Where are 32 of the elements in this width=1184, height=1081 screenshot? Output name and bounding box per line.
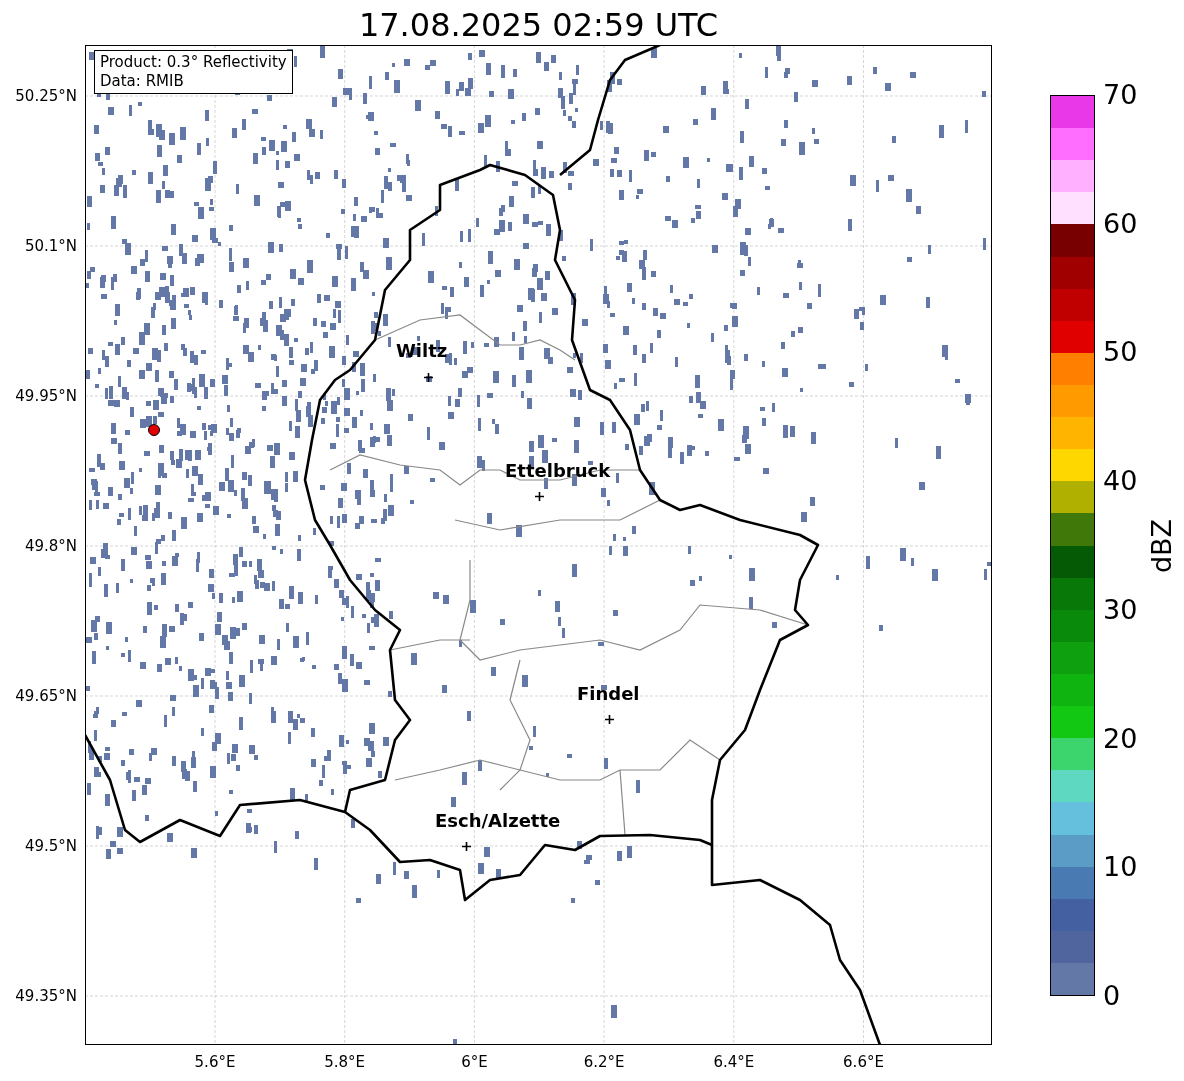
longitude-label: 6.4°E [713, 1053, 755, 1071]
colorbar-tick-label: 40 [1103, 466, 1138, 497]
map-title: 17.08.2025 02:59 UTC [357, 5, 720, 45]
colorbar-label: dBZ [1147, 518, 1177, 573]
colorbar-tick-label: 20 [1103, 723, 1138, 754]
city-label: Ettelbruck [505, 461, 611, 481]
colorbar-tick-label: 70 [1103, 80, 1138, 110]
latitude-label: 49.95°N [15, 387, 77, 405]
cross-marker-icon [535, 492, 544, 501]
legend-text: Data: RMIB [100, 72, 185, 91]
longitude-label: 5.6°E [194, 1053, 236, 1071]
longitude-label: 6.2°E [583, 1053, 625, 1071]
latitude-label: 49.65°N [15, 687, 77, 705]
longitude-label: 6°E [461, 1053, 488, 1071]
cross-marker-icon [462, 842, 471, 851]
colorbar-tick-label: 60 [1103, 208, 1138, 239]
cross-marker-icon [605, 715, 614, 724]
latitude-label: 49.8°N [24, 537, 77, 555]
colorbar-tick-label: 0 [1103, 981, 1121, 1011]
latitude-label: 49.35°N [15, 987, 77, 1005]
colorbar-tick-label: 50 [1103, 337, 1138, 368]
latitude-label: 50.1°N [24, 237, 77, 255]
latitude-label: 49.5°N [24, 837, 77, 855]
cross-marker-icon [424, 373, 433, 382]
legend-text: Product: 0.3° Reflectivity [100, 53, 287, 72]
longitude-label: 5.8°E [324, 1053, 366, 1071]
city-label: Findel [577, 684, 640, 704]
colorbar-tick-label: 10 [1103, 852, 1138, 883]
longitude-label: 6.6°E [843, 1053, 884, 1071]
colorbar-tick-label: 30 [1103, 594, 1138, 625]
latitude-label: 50.25°N [15, 87, 77, 105]
city-label: Esch/Alzette [435, 811, 561, 831]
